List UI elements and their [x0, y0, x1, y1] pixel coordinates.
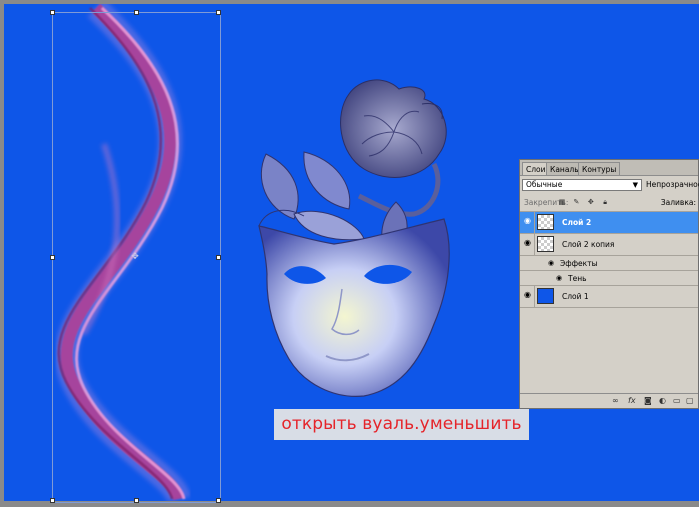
layer-thumbnail: [537, 214, 554, 230]
transform-center-icon[interactable]: ✥: [131, 253, 139, 262]
transform-handle-middle-right[interactable]: [216, 255, 221, 260]
layer-row-sloy-2-kopiya[interactable]: ◉ Слой 2 копия: [520, 233, 698, 255]
layer-name: Слой 2 копия: [562, 240, 615, 249]
adjustment-icon[interactable]: ◐: [659, 396, 666, 405]
layer-row-sloy-2[interactable]: ◉ Слой 2: [520, 211, 698, 233]
layers-list: ◉ Слой 2 ◉ Слой 2 копия ◉ Эффекты ◉ Тень…: [520, 211, 698, 308]
mask-icon[interactable]: ◙: [644, 396, 652, 405]
transform-handle-middle-left[interactable]: [50, 255, 55, 260]
opacity-label: Непрозрачность:: [646, 180, 699, 189]
shadow-eye-icon[interactable]: ◉: [556, 274, 562, 282]
transform-handle-top-left[interactable]: [50, 10, 55, 15]
layer-name: Слой 1: [562, 292, 589, 301]
transform-bounding-box[interactable]: ✥: [50, 10, 221, 503]
lock-transparency-icon[interactable]: ▦: [558, 198, 566, 206]
link-icon[interactable]: ∞: [612, 396, 619, 405]
layer-row-sloy-1[interactable]: ◉ Слой 1: [520, 285, 698, 308]
transform-handle-bottom-middle[interactable]: [134, 498, 139, 503]
shadow-label: Тень: [568, 274, 587, 283]
layer-name: Слой 2: [562, 218, 592, 227]
tab-paths[interactable]: Контуры: [578, 162, 621, 175]
fx-icon[interactable]: fx: [628, 396, 636, 405]
lock-all-icon[interactable]: 🔒︎: [601, 198, 609, 206]
layer-shadow-row[interactable]: ◉ Тень: [520, 270, 698, 285]
visibility-eye-icon[interactable]: ◉: [523, 291, 532, 299]
instruction-caption: открыть вуаль.уменьшить: [274, 409, 529, 440]
blend-mode-value: Обычные: [526, 180, 563, 189]
layers-bottom-toolbar: ∞ fx ◙ ◐ ▭ ▢: [520, 393, 698, 408]
transform-handle-bottom-left[interactable]: [50, 498, 55, 503]
layer-thumbnail: [537, 288, 554, 304]
transform-handle-bottom-right[interactable]: [216, 498, 221, 503]
visibility-eye-icon[interactable]: ◉: [523, 217, 532, 225]
effects-eye-icon[interactable]: ◉: [548, 259, 554, 267]
layer-thumbnail: [537, 236, 554, 252]
panel-tab-bar: Слои Каналы Контуры: [520, 160, 698, 176]
lock-pixels-icon[interactable]: ✎: [572, 198, 580, 206]
effects-label: Эффекты: [560, 259, 598, 268]
transform-handle-top-middle[interactable]: [134, 10, 139, 15]
visibility-eye-icon[interactable]: ◉: [523, 239, 532, 247]
transform-handle-top-right[interactable]: [216, 10, 221, 15]
layer-effects-row[interactable]: ◉ Эффекты: [520, 255, 698, 270]
chevron-down-icon: ▼: [632, 181, 638, 189]
fill-label: Заливка:: [660, 198, 696, 207]
blend-mode-select[interactable]: Обычные ▼: [522, 179, 642, 191]
folder-icon[interactable]: ▭: [673, 396, 681, 405]
lock-position-icon[interactable]: ✥: [587, 198, 595, 206]
venetian-mask: [258, 79, 450, 397]
layers-panel: Слои Каналы Контуры Обычные ▼ Непрозрачн…: [519, 159, 699, 409]
new-layer-icon[interactable]: ▢: [686, 396, 694, 405]
